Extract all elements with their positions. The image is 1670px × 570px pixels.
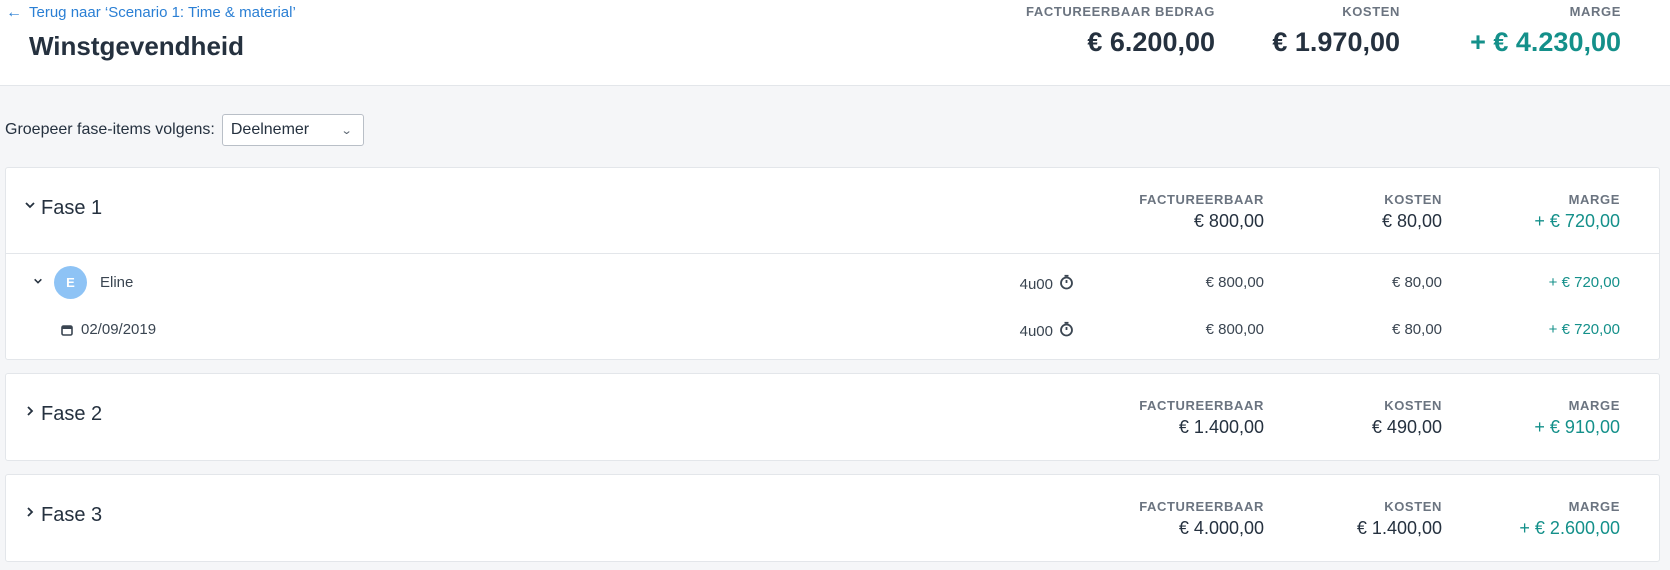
entry-row[interactable]: 02/09/2019 4u00 € 800,00 € 80,00 + € 720… bbox=[6, 309, 1659, 349]
participant-margin: + € 720,00 bbox=[1548, 274, 1620, 291]
chevron-right-icon[interactable] bbox=[21, 505, 39, 525]
costs-label: KOSTEN bbox=[1384, 398, 1442, 413]
margin-label: MARGE bbox=[1568, 398, 1620, 413]
billable-value: € 4.000,00 bbox=[1178, 518, 1264, 538]
participant-hours: 4u00 bbox=[1020, 274, 1074, 294]
phase-panel-2: Fase 2 FACTUREERBAAR € 1.400,00 KOSTEN €… bbox=[5, 373, 1660, 461]
entry-margin: + € 720,00 bbox=[1548, 321, 1620, 338]
entry-billable: € 800,00 bbox=[1205, 321, 1264, 338]
margin-label: MARGE bbox=[1568, 192, 1620, 207]
phase-margin: MARGE + € 2.600,00 bbox=[1519, 499, 1620, 539]
margin-value: + € 720,00 bbox=[1534, 211, 1620, 231]
summary-costs-label: KOSTEN bbox=[1342, 4, 1400, 19]
phase-name: Fase 1 bbox=[41, 197, 103, 219]
summary-margin-label: MARGE bbox=[1569, 4, 1621, 19]
calendar-icon bbox=[61, 323, 73, 341]
phase-billable: FACTUREERBAAR € 800,00 bbox=[1139, 192, 1264, 232]
phase-margin: MARGE + € 910,00 bbox=[1534, 398, 1620, 438]
stopwatch-icon bbox=[1059, 274, 1074, 294]
summary-margin: MARGE + € 4.230,00 bbox=[1470, 4, 1621, 58]
avatar: E bbox=[54, 266, 87, 299]
phase-margin: MARGE + € 720,00 bbox=[1534, 192, 1620, 232]
summary-margin-value: + € 4.230,00 bbox=[1470, 27, 1621, 57]
page-title: Winstgevendheid bbox=[29, 31, 245, 61]
page-header: ← Terug naar ‘Scenario 1: Time & materia… bbox=[0, 0, 1670, 86]
group-by-row: Groepeer fase-items volgens: Deelnemer ⌄ bbox=[5, 114, 364, 146]
phase-costs: KOSTEN € 1.400,00 bbox=[1357, 499, 1442, 539]
chevron-right-icon[interactable] bbox=[21, 404, 39, 424]
margin-value: + € 910,00 bbox=[1534, 417, 1620, 437]
billable-label: FACTUREERBAAR bbox=[1139, 499, 1264, 514]
summary-billable: FACTUREERBAAR BEDRAG € 6.200,00 bbox=[1026, 4, 1215, 58]
group-by-selected: Deelnemer bbox=[230, 121, 310, 138]
phase-panel-1: Fase 1 FACTUREERBAAR € 800,00 KOSTEN € 8… bbox=[5, 167, 1660, 360]
phase-name: Fase 2 bbox=[41, 403, 103, 425]
hours-value: 4u00 bbox=[1019, 322, 1053, 340]
participant-costs: € 80,00 bbox=[1391, 274, 1442, 291]
costs-value: € 490,00 bbox=[1371, 417, 1442, 437]
phase-costs: KOSTEN € 490,00 bbox=[1372, 398, 1442, 438]
phase-panel-3: Fase 3 FACTUREERBAAR € 4.000,00 KOSTEN €… bbox=[5, 474, 1660, 562]
phase-header-3[interactable]: Fase 3 FACTUREERBAAR € 4.000,00 KOSTEN €… bbox=[6, 475, 1659, 560]
stopwatch-icon bbox=[1059, 321, 1074, 341]
summary-costs: KOSTEN € 1.970,00 bbox=[1272, 4, 1400, 58]
entry-hours: 4u00 bbox=[1020, 321, 1074, 341]
billable-label: FACTUREERBAAR bbox=[1139, 192, 1264, 207]
entry-costs: € 80,00 bbox=[1391, 321, 1442, 338]
group-by-select[interactable]: Deelnemer ⌄ bbox=[221, 114, 364, 146]
billable-value: € 800,00 bbox=[1193, 211, 1264, 231]
phase-billable: FACTUREERBAAR € 4.000,00 bbox=[1139, 499, 1264, 539]
billable-value: € 1.400,00 bbox=[1178, 417, 1264, 437]
chevron-down-icon[interactable] bbox=[33, 274, 43, 289]
participant-billable: € 800,00 bbox=[1205, 274, 1264, 291]
arrow-left-icon: ← bbox=[6, 3, 22, 21]
margin-value: + € 2.600,00 bbox=[1519, 518, 1620, 538]
chevron-down-icon[interactable] bbox=[21, 198, 39, 218]
phase-billable: FACTUREERBAAR € 1.400,00 bbox=[1139, 398, 1264, 438]
hours-value: 4u00 bbox=[1019, 275, 1053, 293]
costs-value: € 80,00 bbox=[1381, 211, 1442, 231]
margin-label: MARGE bbox=[1568, 499, 1620, 514]
participant-name: Eline bbox=[100, 274, 134, 291]
summary-costs-value: € 1.970,00 bbox=[1272, 27, 1400, 57]
phase-items: E Eline 4u00 € 800,00 € 80,00 + € 720,00… bbox=[6, 253, 1659, 358]
costs-value: € 1.400,00 bbox=[1356, 518, 1442, 538]
back-link-label: Terug naar ‘Scenario 1: Time & material’ bbox=[29, 4, 296, 21]
phase-header-2[interactable]: Fase 2 FACTUREERBAAR € 1.400,00 KOSTEN €… bbox=[6, 374, 1659, 459]
phase-name: Fase 3 bbox=[41, 504, 103, 526]
phase-costs: KOSTEN € 80,00 bbox=[1382, 192, 1442, 232]
back-link[interactable]: ← Terug naar ‘Scenario 1: Time & materia… bbox=[6, 4, 296, 21]
summary-billable-value: € 6.200,00 bbox=[1087, 27, 1215, 57]
costs-label: KOSTEN bbox=[1384, 192, 1442, 207]
summary-billable-label: FACTUREERBAAR BEDRAG bbox=[1026, 4, 1215, 19]
phase-header-1[interactable]: Fase 1 FACTUREERBAAR € 800,00 KOSTEN € 8… bbox=[6, 168, 1659, 253]
costs-label: KOSTEN bbox=[1384, 499, 1442, 514]
participant-row[interactable]: E Eline 4u00 € 800,00 € 80,00 + € 720,00 bbox=[6, 262, 1659, 302]
billable-label: FACTUREERBAAR bbox=[1139, 398, 1264, 413]
group-by-label: Groepeer fase-items volgens: bbox=[5, 121, 215, 138]
entry-date: 02/09/2019 bbox=[81, 321, 157, 338]
chevron-down-icon: ⌄ bbox=[340, 124, 353, 137]
